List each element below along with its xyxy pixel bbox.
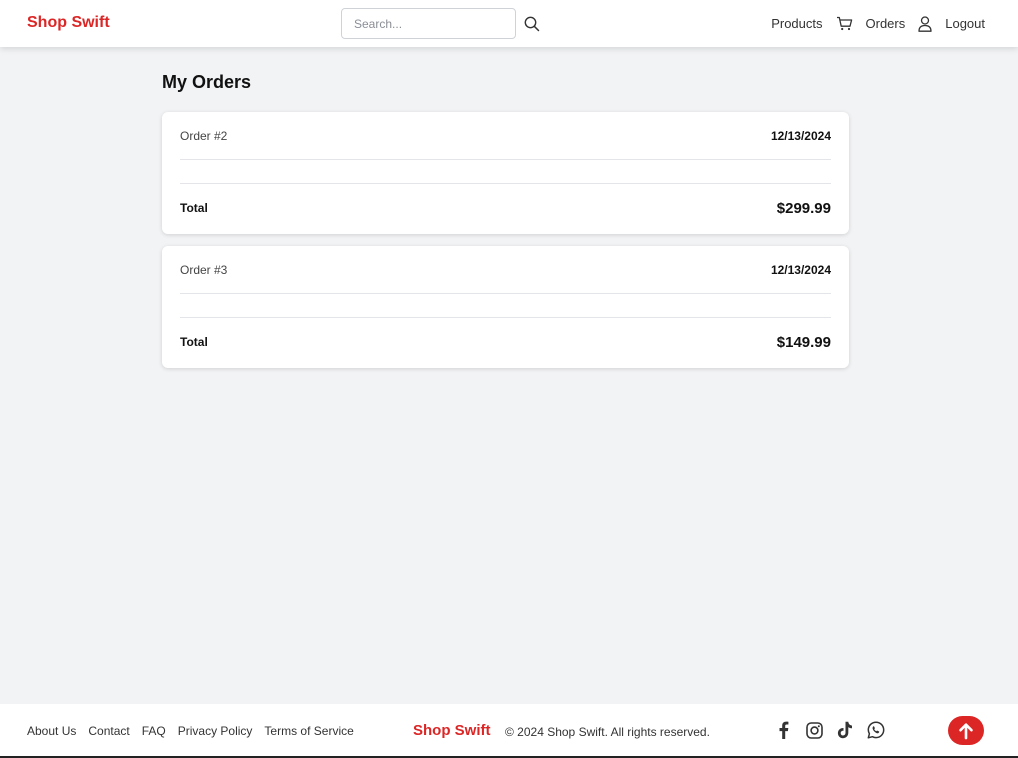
order-header: Order #3 12/13/2024 bbox=[180, 246, 831, 294]
profile-button[interactable] bbox=[918, 15, 932, 32]
nav-orders-link[interactable]: Orders bbox=[866, 16, 906, 31]
footer-link-terms[interactable]: Terms of Service bbox=[264, 724, 353, 738]
scroll-to-top-button[interactable] bbox=[948, 716, 984, 745]
order-items-list bbox=[180, 160, 831, 184]
search-icon bbox=[524, 16, 540, 31]
footer-brand: Shop Swift bbox=[413, 722, 491, 739]
cart-icon bbox=[836, 16, 852, 31]
total-value: $149.99 bbox=[776, 333, 831, 351]
instagram-icon bbox=[805, 721, 823, 739]
user-icon bbox=[918, 15, 932, 32]
cart-button[interactable] bbox=[836, 16, 853, 31]
main-nav: Products Orders Logout bbox=[771, 0, 985, 47]
footer-link-faq[interactable]: FAQ bbox=[142, 724, 166, 738]
footer-link-about[interactable]: About Us bbox=[27, 724, 76, 738]
nav-logout-link[interactable]: Logout bbox=[945, 16, 985, 31]
tiktok-link[interactable] bbox=[835, 720, 855, 740]
order-total-row: Total $299.99 bbox=[180, 184, 831, 232]
order-header: Order #2 12/13/2024 bbox=[180, 112, 831, 160]
order-date: 12/13/2024 bbox=[770, 262, 831, 277]
total-value: $299.99 bbox=[776, 199, 831, 217]
order-card: Order #3 12/13/2024 Total $149.99 bbox=[162, 246, 849, 368]
footer-links: About Us Contact FAQ Privacy Policy Term… bbox=[27, 724, 354, 738]
footer-link-privacy[interactable]: Privacy Policy bbox=[178, 724, 253, 738]
facebook-link[interactable] bbox=[773, 720, 793, 740]
page-title: My Orders bbox=[162, 72, 252, 92]
whatsapp-link[interactable] bbox=[866, 720, 886, 740]
search-bar bbox=[341, 8, 542, 39]
facebook-icon bbox=[779, 721, 788, 739]
footer-link-contact[interactable]: Contact bbox=[88, 724, 129, 738]
whatsapp-icon bbox=[867, 721, 885, 739]
copyright-text: © 2024 Shop Swift. All rights reserved. bbox=[505, 725, 710, 739]
tiktok-icon bbox=[837, 721, 852, 739]
order-card: Order #2 12/13/2024 Total $299.99 bbox=[162, 112, 849, 234]
order-total-row: Total $149.99 bbox=[180, 318, 831, 366]
order-id: Order #3 bbox=[180, 262, 228, 277]
search-button[interactable] bbox=[522, 14, 542, 34]
total-label: Total bbox=[180, 201, 208, 215]
brand-logo[interactable]: Shop Swift bbox=[27, 14, 110, 32]
social-links bbox=[773, 720, 886, 740]
total-label: Total bbox=[180, 335, 208, 349]
arrow-up-icon bbox=[959, 722, 973, 739]
order-id: Order #2 bbox=[180, 128, 228, 143]
instagram-link[interactable] bbox=[804, 720, 824, 740]
orders-page: My Orders Order #2 12/13/2024 Total $299… bbox=[162, 70, 849, 380]
nav-products-link[interactable]: Products bbox=[771, 16, 822, 31]
top-navbar: Shop Swift Products Orders Logout bbox=[0, 0, 1018, 47]
order-date: 12/13/2024 bbox=[770, 128, 831, 143]
order-items-list bbox=[180, 294, 831, 318]
site-footer: About Us Contact FAQ Privacy Policy Term… bbox=[0, 704, 1018, 758]
search-input[interactable] bbox=[341, 8, 516, 39]
